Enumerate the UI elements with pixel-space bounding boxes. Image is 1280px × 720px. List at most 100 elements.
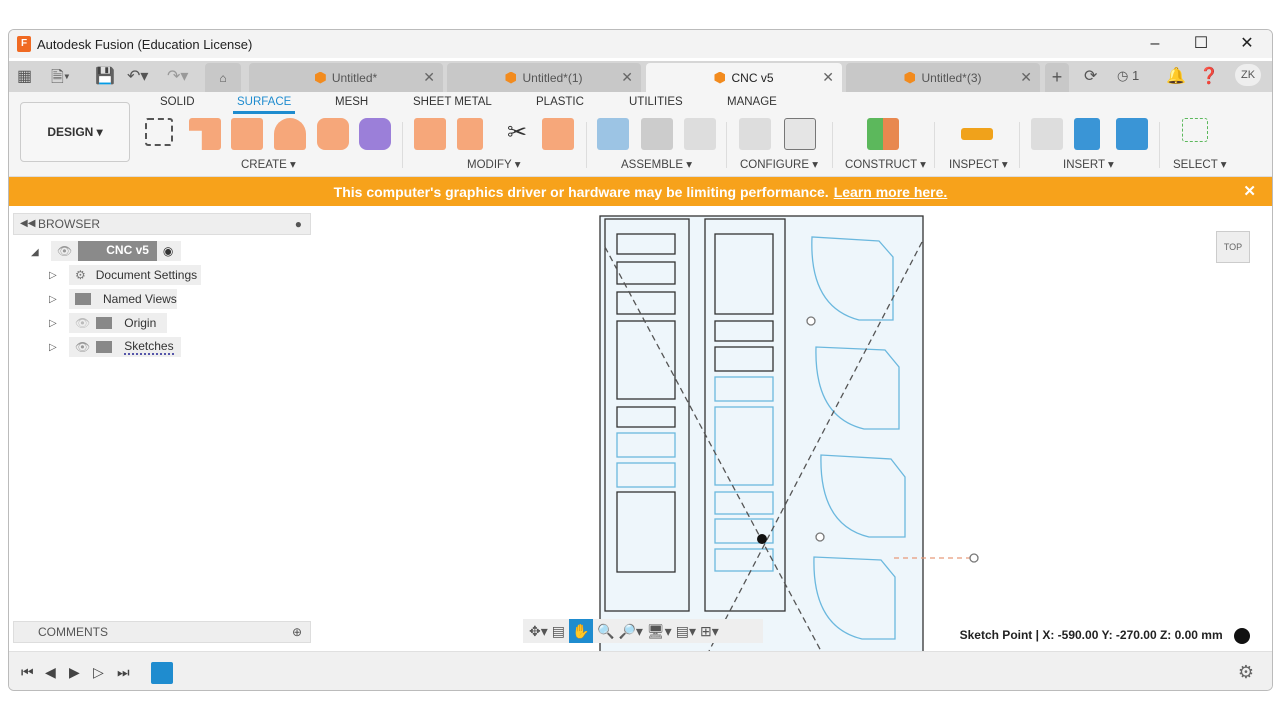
browser-item-document-settings[interactable]: ⚙ Document Settings (69, 265, 201, 285)
pan-hand-icon[interactable]: ✋ (569, 619, 593, 643)
insert-derive-icon[interactable] (1031, 118, 1063, 150)
toolbar-ribbon: DESIGN ▾ SOLID SURFACE MESH SHEET METAL … (9, 92, 1272, 177)
create-menu[interactable]: CREATE ▾ (241, 157, 296, 171)
timeline-sketch-feature[interactable] (151, 662, 173, 684)
viewports-icon[interactable]: ⊞▾ (700, 623, 719, 640)
canvas-viewport[interactable]: ◀◀ BROWSER ● ◢ 👁 CNC v5 ◉ ▷ ⚙ Document Se… (9, 207, 1272, 651)
new-component-icon[interactable] (597, 118, 629, 150)
create-sketch-icon[interactable] (145, 118, 173, 146)
offset-face-icon[interactable] (542, 118, 574, 150)
comments-panel-header[interactable]: COMMENTS ⊕ (13, 621, 311, 643)
browser-item-sketches[interactable]: 👁 Sketches (69, 337, 181, 357)
close-banner-icon[interactable]: ✕ (1243, 182, 1256, 200)
expand-icon[interactable]: ▷ (49, 270, 57, 281)
job-status-icon[interactable]: ◷ 1 (1117, 68, 1139, 84)
measure-icon[interactable] (961, 128, 993, 140)
tab-solid[interactable]: SOLID (160, 96, 195, 108)
select-menu[interactable]: SELECT ▾ (1173, 157, 1227, 171)
construct-menu[interactable]: CONSTRUCT ▾ (845, 157, 926, 171)
browser-panel-header[interactable]: ◀◀ BROWSER ● (13, 213, 311, 235)
expand-root-icon[interactable]: ◢ (31, 247, 39, 258)
undo-icon[interactable]: ↶▾ (127, 66, 148, 86)
trim-scissors-icon[interactable]: ✂ (501, 118, 533, 150)
display-settings-icon[interactable]: 🖥▾ (647, 623, 672, 640)
assemble-menu[interactable]: ASSEMBLE ▾ (621, 157, 692, 171)
browser-item-origin[interactable]: 👁 Origin (69, 313, 167, 333)
close-tab-icon[interactable]: ✕ (1020, 69, 1032, 86)
visibility-eye-icon[interactable]: 👁 (57, 244, 72, 258)
orbit-icon[interactable]: ✥▾ (529, 623, 548, 640)
close-tab-icon[interactable]: ✕ (423, 69, 435, 86)
zoom-window-icon[interactable]: 🔎▾ (618, 623, 642, 640)
add-comment-icon[interactable]: ⊕ (292, 622, 302, 642)
minimize-panel-icon[interactable]: ● (295, 214, 302, 234)
view-cube[interactable]: TOP (1216, 231, 1250, 263)
new-tab-button[interactable]: + (1045, 63, 1069, 92)
data-panel-icon[interactable]: ⟳ (1084, 66, 1097, 86)
step-back-icon[interactable]: ◀ (45, 664, 56, 681)
tab-sheet-metal[interactable]: SHEET METAL (413, 96, 492, 108)
redo-icon[interactable]: ↷▾ (167, 66, 188, 86)
close-window-button[interactable]: ✕ (1224, 30, 1270, 58)
notifications-bell-icon[interactable]: 🔔 (1166, 66, 1186, 86)
extrude-surface-icon[interactable] (189, 118, 221, 150)
go-to-end-icon[interactable]: ⏭ (117, 664, 130, 681)
visibility-eye-icon[interactable]: 👁 (75, 340, 90, 354)
configure-table-icon[interactable] (784, 118, 816, 150)
workspace-switcher[interactable]: DESIGN ▾ (20, 102, 130, 162)
tab-cnc-v5[interactable]: CNC v5 ✕ (646, 63, 842, 92)
look-at-icon[interactable]: ▤ (552, 623, 565, 640)
browser-root-node[interactable]: 👁 CNC v5 ◉ (51, 241, 181, 261)
expand-icon[interactable]: ▷ (49, 318, 57, 329)
bill-of-materials-icon[interactable] (684, 118, 716, 150)
file-menu-icon[interactable]: 🗎▾ (51, 66, 70, 93)
tab-untitled-3[interactable]: Untitled*(3) ✕ (846, 63, 1040, 92)
tab-untitled-1[interactable]: Untitled*(1) ✕ (447, 63, 641, 92)
minimize-button[interactable]: – (1132, 30, 1178, 58)
insert-mcmaster-bolt-icon[interactable] (1074, 118, 1100, 150)
close-tab-icon[interactable]: ✕ (822, 69, 834, 86)
construct-plane-icon[interactable] (867, 118, 899, 150)
grid-settings-icon[interactable]: ▤▾ (676, 623, 696, 640)
select-window-icon[interactable] (1182, 118, 1208, 142)
tab-manage[interactable]: MANAGE (727, 96, 777, 108)
apps-grid-icon[interactable]: ▦ (17, 66, 32, 86)
tab-utilities[interactable]: UTILITIES (629, 96, 683, 108)
user-avatar[interactable]: ZK (1235, 64, 1261, 86)
modify-menu[interactable]: MODIFY ▾ (467, 157, 520, 171)
press-pull-icon[interactable] (414, 118, 446, 150)
tab-plastic[interactable]: PLASTIC (536, 96, 584, 108)
hidden-eye-icon[interactable]: 👁 (75, 316, 90, 330)
tab-surface[interactable]: SURFACE (232, 96, 296, 114)
insert-menu[interactable]: INSERT ▾ (1063, 157, 1114, 171)
close-tab-icon[interactable]: ✕ (621, 69, 633, 86)
browser-item-named-views[interactable]: Named Views (69, 289, 177, 309)
maximize-button[interactable]: ☐ (1178, 30, 1224, 58)
zoom-icon[interactable]: 🔍 (597, 623, 614, 640)
sketch-palette-icon[interactable] (1234, 628, 1250, 644)
learn-more-link[interactable]: Learn more here. (834, 184, 948, 200)
go-to-start-icon[interactable]: ⏮ (21, 664, 34, 681)
joint-icon[interactable] (641, 118, 673, 150)
collapse-browser-icon[interactable]: ◀◀ (20, 214, 35, 234)
delete-face-icon[interactable] (457, 118, 483, 150)
expand-icon[interactable]: ▷ (49, 342, 57, 353)
inspect-menu[interactable]: INSPECT ▾ (949, 157, 1008, 171)
save-icon[interactable]: 💾 (95, 66, 115, 86)
sweep-icon[interactable] (317, 118, 349, 150)
activate-radio-icon[interactable]: ◉ (163, 244, 173, 258)
tab-untitled[interactable]: Untitled* ✕ (249, 63, 443, 92)
parameters-icon[interactable] (739, 118, 771, 150)
step-forward-icon[interactable]: ▷ (93, 664, 104, 681)
form-icon[interactable] (359, 118, 391, 150)
home-tab[interactable]: ⌂ (205, 63, 241, 92)
help-icon[interactable]: ❓ (1199, 66, 1219, 86)
configure-menu[interactable]: CONFIGURE ▾ (740, 157, 818, 171)
revolve-icon[interactable] (274, 118, 306, 150)
insert-canvas-image-icon[interactable] (1116, 118, 1148, 150)
tab-mesh[interactable]: MESH (335, 96, 368, 108)
expand-icon[interactable]: ▷ (49, 294, 57, 305)
play-icon[interactable]: ▶ (69, 664, 80, 681)
extrude-icon[interactable] (231, 118, 263, 150)
timeline-settings-gear-icon[interactable]: ⚙ (1238, 662, 1254, 683)
